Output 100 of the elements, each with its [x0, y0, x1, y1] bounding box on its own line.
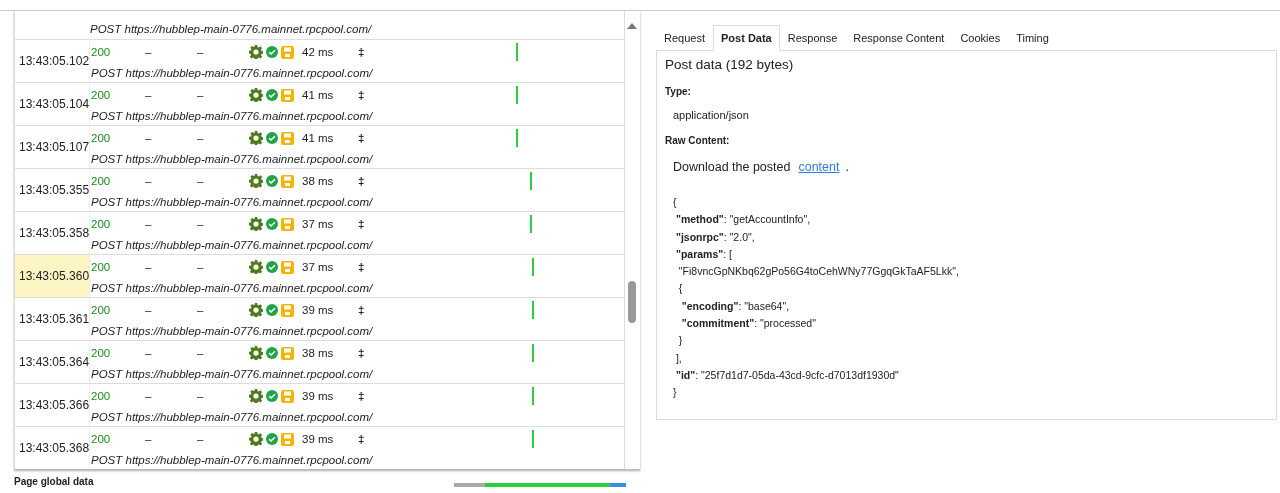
code-line: "id": "25f7d1d7-05da-43cd-9cfc-d7013df1930d"	[674, 367, 899, 383]
status-code: 200	[91, 304, 112, 316]
status-code: 200	[91, 46, 112, 58]
duration: 39 ms	[302, 433, 335, 445]
code-line: "params": [	[674, 246, 732, 262]
sort-mark: ‡	[358, 261, 366, 273]
empty-value: –	[197, 46, 205, 58]
sort-mark: ‡	[358, 218, 366, 230]
empty-value: –	[145, 347, 153, 359]
empty-value: –	[197, 261, 205, 273]
status-code: 200	[91, 347, 112, 359]
time-cell[interactable]: 13:43:05.104	[15, 83, 90, 125]
request-url: POST https://hubblep-main-0776.mainnet.rpcpool.com/	[91, 153, 374, 165]
scrollbar-thumb[interactable]	[628, 281, 637, 323]
panel-heading: Post data (192 bytes)	[665, 57, 795, 72]
request-url: POST https://hubblep-main-0776.mainnet.rpcpool.com/	[91, 110, 374, 122]
request-url: POST https://hubblep-main-0776.mainnet.rpcpool.com/	[91, 67, 374, 79]
status-code: 200	[91, 390, 112, 402]
empty-value: –	[197, 89, 205, 101]
check-circle-icon	[266, 304, 278, 316]
tab[interactable]: Response Content	[845, 25, 953, 51]
duration: 37 ms	[302, 261, 335, 273]
gear-icon	[249, 131, 263, 145]
field-label: Type:	[665, 86, 692, 97]
gear-icon	[249, 174, 263, 188]
code-line: "commitment": "processed"	[680, 316, 816, 332]
tab[interactable]: Timing	[1008, 25, 1057, 51]
gear-icon	[249, 389, 263, 403]
request-url: POST https://hubblep-main-0776.mainnet.rpcpool.com/	[91, 454, 374, 466]
request-url: POST https://hubblep-main-0776.mainnet.rpcpool.com/	[91, 325, 374, 337]
check-circle-icon	[266, 132, 278, 144]
check-circle-icon	[266, 390, 278, 402]
period-text: .	[845, 160, 849, 174]
duration: 38 ms	[302, 175, 335, 187]
sort-mark: ‡	[358, 46, 366, 58]
duration: 42 ms	[302, 46, 335, 58]
time-cell[interactable]: 13:43:05.358	[15, 212, 90, 254]
content-link[interactable]: content	[798, 160, 840, 174]
empty-value: –	[145, 390, 153, 402]
sort-mark: ‡	[358, 347, 366, 359]
request-url: POST https://hubblep-main-0776.mainnet.rpcpool.com/	[91, 368, 374, 380]
request-url: POST https://hubblep-main-0776.mainnet.rpcpool.com/	[89, 23, 372, 37]
tab[interactable]: Request	[656, 25, 713, 51]
check-circle-icon	[266, 347, 278, 359]
empty-value: –	[145, 89, 153, 101]
tab[interactable]: Response	[779, 25, 846, 51]
time-cell[interactable]: 13:43:05.364	[15, 341, 90, 383]
status-code: 200	[91, 261, 112, 273]
gear-icon	[249, 432, 263, 446]
request-url: POST https://hubblep-main-0776.mainnet.rpcpool.com/	[91, 196, 374, 208]
check-circle-icon	[266, 218, 278, 230]
status-code: 200	[91, 218, 112, 230]
sort-mark: ‡	[358, 175, 366, 187]
code-line: }	[677, 333, 683, 349]
duration: 39 ms	[302, 304, 335, 316]
time-cell[interactable]: 13:43:05.360	[15, 255, 90, 297]
time-cell[interactable]: 13:43:05.366	[15, 384, 90, 426]
code-line: ],	[674, 350, 682, 366]
sort-mark: ‡	[358, 390, 366, 402]
gear-icon	[249, 88, 263, 102]
empty-value: –	[145, 218, 153, 230]
gear-icon	[249, 45, 263, 59]
check-circle-icon	[266, 89, 278, 101]
duration: 41 ms	[302, 89, 335, 101]
request-url: POST https://hubblep-main-0776.mainnet.rpcpool.com/	[91, 239, 374, 251]
empty-value: –	[145, 175, 153, 187]
field-value: application/json	[673, 109, 750, 121]
sort-mark: ‡	[358, 132, 366, 144]
code-line: "jsonrpc": "2.0",	[674, 229, 755, 245]
field-label: Raw Content:	[665, 135, 731, 146]
empty-value: –	[145, 132, 153, 144]
sort-mark: ‡	[358, 433, 366, 445]
code-line: "Fi8vncGpNKbq62gPo56G4toCehWNy77GgqGkTaAF5Lkk",	[677, 264, 959, 280]
gear-icon	[249, 217, 263, 231]
empty-value: –	[197, 304, 205, 316]
code-line: "method": "getAccountInfo",	[674, 212, 811, 228]
time-cell[interactable]: 13:43:05.355	[15, 169, 90, 211]
status-code: 200	[91, 89, 112, 101]
time-cell[interactable]: 13:43:05.107	[15, 126, 90, 168]
empty-value: –	[197, 347, 205, 359]
duration: 41 ms	[302, 132, 335, 144]
request-url: POST https://hubblep-main-0776.mainnet.rpcpool.com/	[91, 282, 374, 294]
section-title: Page global data	[14, 476, 94, 487]
code-line: }	[673, 385, 677, 401]
empty-value: –	[145, 46, 153, 58]
tab[interactable]: Post Data	[713, 25, 780, 51]
empty-value: –	[197, 175, 205, 187]
download-text: Download the posted	[673, 160, 791, 174]
empty-value: –	[197, 390, 205, 402]
time-cell[interactable]: 13:43:05.368	[15, 427, 90, 469]
sort-mark: ‡	[358, 304, 366, 316]
time-cell[interactable]: 13:43:05.102	[15, 40, 90, 82]
tab[interactable]: Cookies	[952, 25, 1009, 51]
code-line: {	[677, 281, 683, 297]
scroll-up-arrow-icon[interactable]	[627, 23, 638, 29]
empty-value: –	[197, 132, 205, 144]
time-cell[interactable]: 13:43:05.361	[15, 298, 90, 340]
status-code: 200	[91, 175, 112, 187]
check-circle-icon	[266, 261, 278, 273]
duration: 39 ms	[302, 390, 335, 402]
